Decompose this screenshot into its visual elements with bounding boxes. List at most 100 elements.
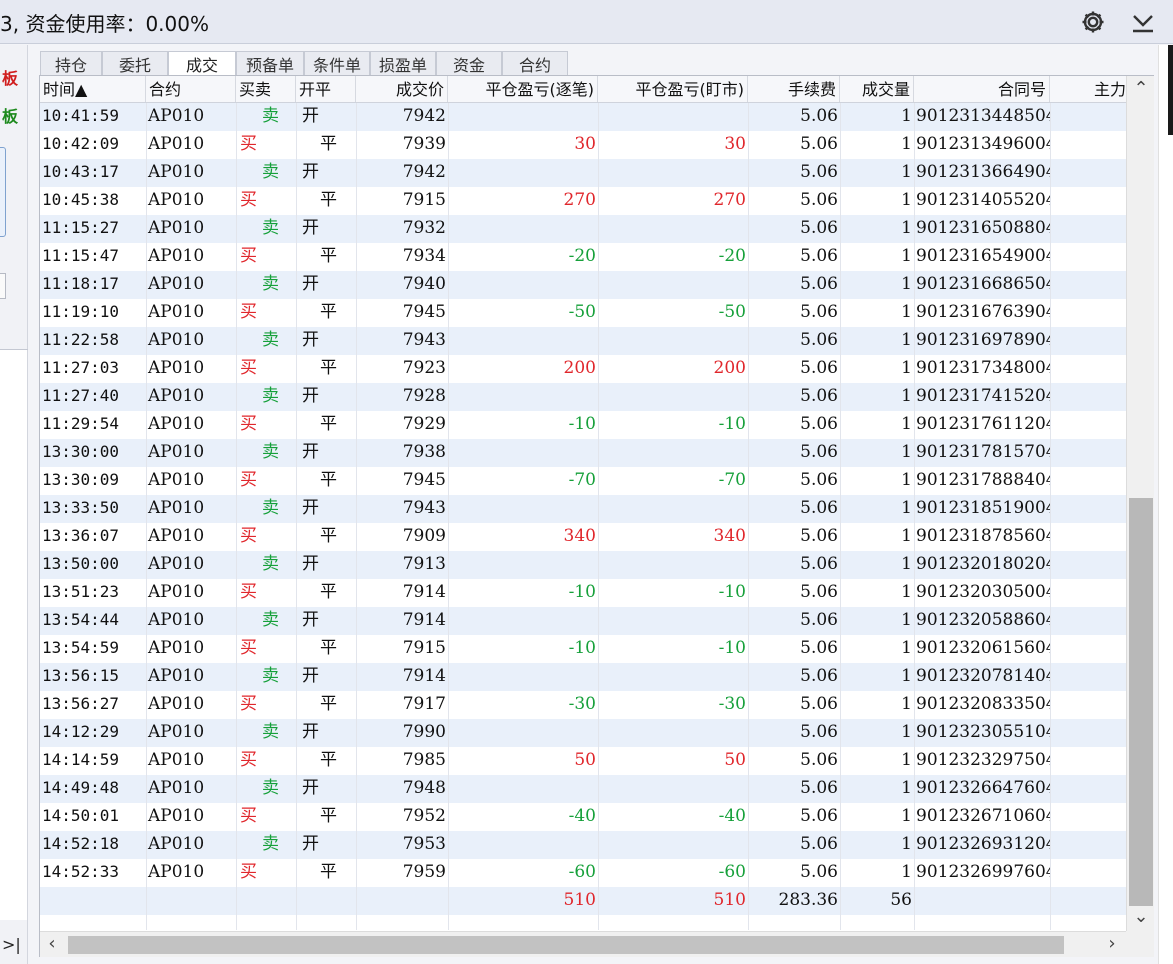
- cell-side: 卖: [262, 330, 279, 350]
- cell-contract: AP010: [148, 806, 205, 826]
- table-row[interactable]: 13:54:44 AP010 卖 开 7914 5.06 19012320588604170…: [40, 607, 1126, 635]
- cell-fee: 5.06: [800, 358, 838, 378]
- table-row[interactable]: 13:30:09 AP010 买 平 7945 -70 -70 5.06 1 9012317888…: [40, 467, 1126, 495]
- table-row[interactable]: 10:41:59 AP010 卖 开 7942 5.06 19012313448504170…: [40, 103, 1126, 131]
- cell-time: 13:30:00: [42, 442, 120, 461]
- cell-contract: AP010: [148, 218, 205, 238]
- table-row[interactable]: 13:54:59 AP010 买 平 7915 -10 -10 5.06 1 9012320615…: [40, 635, 1126, 663]
- column-header-price[interactable]: 成交价: [356, 76, 448, 102]
- tab-6[interactable]: 资金: [436, 51, 502, 75]
- total-pnl-trade: 510: [563, 890, 596, 910]
- horizontal-scrollbar[interactable]: ‹ ›: [40, 931, 1126, 957]
- cell-time: 13:56:27: [42, 694, 120, 713]
- table-row[interactable]: 14:52:18 AP010 卖 开 7953 5.06 19012326931204170…: [40, 831, 1126, 859]
- table-row[interactable]: 14:14:59 AP010 买 平 7985 50 50 5.06 1 901232329750…: [40, 747, 1126, 775]
- cell-contract: AP010: [148, 134, 205, 154]
- column-header-order-id[interactable]: 合同号: [914, 76, 1050, 102]
- cell-fee: 5.06: [800, 190, 838, 210]
- table-row[interactable]: 11:18:17 AP010 卖 开 7940 5.06 19012316686504170…: [40, 271, 1126, 299]
- column-header-qty[interactable]: 成交量: [840, 76, 914, 102]
- table-row[interactable]: 11:22:58 AP010 卖 开 7943 5.06 19012316978904170…: [40, 327, 1126, 355]
- side-small-button[interactable]: [0, 273, 6, 299]
- table-row[interactable]: 14:50:01 AP010 买 平 7952 -40 -40 5.06 1 9012326710…: [40, 803, 1126, 831]
- cell-offset: 平: [320, 806, 337, 826]
- cell-pnl-mtm: 270: [713, 190, 746, 210]
- total-pnl-mtm: 510: [713, 890, 746, 910]
- vertical-scrollbar[interactable]: ⌃ ⌄: [1126, 76, 1154, 931]
- table-row[interactable]: 13:51:23 AP010 买 平 7914 -10 -10 5.06 1 9012320305…: [40, 579, 1126, 607]
- cell-price: 7917: [402, 694, 446, 714]
- table-row[interactable]: 11:19:10 AP010 买 平 7945 -50 -50 5.06 1 9012316763…: [40, 299, 1126, 327]
- table-row[interactable]: 11:27:03 AP010 买 平 7923 200 200 5.06 1 9012317348…: [40, 355, 1126, 383]
- column-header-contract[interactable]: 合约: [146, 76, 236, 102]
- tab-2[interactable]: 成交: [168, 51, 236, 75]
- cell-offset: 开: [302, 554, 319, 574]
- column-header-side[interactable]: 买卖: [236, 76, 296, 102]
- table-row[interactable]: 13:30:00 AP010 卖 开 7938 5.06 19012317815704170…: [40, 439, 1126, 467]
- cell-offset: 平: [320, 246, 337, 266]
- column-header-pnl-trade[interactable]: 平仓盈亏(逐笔): [448, 76, 598, 102]
- cell-pnl-trade: [448, 327, 598, 355]
- table-row[interactable]: 11:15:47 AP010 买 平 7934 -20 -20 5.06 1 9012316549…: [40, 243, 1126, 271]
- table-body[interactable]: 10:41:59AP010卖开79425.0619012313448504170…: [40, 103, 1126, 930]
- cell-side: 卖: [262, 162, 279, 182]
- scroll-left-icon[interactable]: ‹: [40, 933, 64, 954]
- cell-price: 7940: [402, 274, 446, 294]
- table-row[interactable]: 10:43:17 AP010 卖 开 7942 5.06 19012313664904170…: [40, 159, 1126, 187]
- vertical-scroll-thumb[interactable]: [1129, 498, 1153, 906]
- table-row[interactable]: 10:42:09 AP010 买 平 7939 30 30 5.06 1 901231349600…: [40, 131, 1126, 159]
- cell-pnl-mtm: [598, 719, 748, 747]
- side-label-red[interactable]: 板: [2, 65, 18, 89]
- tab-4[interactable]: 条件单: [304, 51, 370, 75]
- totals-row: 510 510 283.36 56: [40, 887, 1126, 915]
- column-separator: [598, 103, 599, 930]
- table-row[interactable]: 11:27:40 AP010 卖 开 7928 5.06 19012317415204170…: [40, 383, 1126, 411]
- cell-pnl-mtm: -30: [718, 694, 746, 714]
- column-header-pnl-mtm[interactable]: 平仓盈亏(盯市): [598, 76, 748, 102]
- tab-5[interactable]: 损盈单: [370, 51, 436, 75]
- tab-0[interactable]: 持仓: [40, 51, 102, 75]
- cell-contract: AP010: [148, 610, 205, 630]
- table-row[interactable]: 13:56:27 AP010 买 平 7917 -30 -30 5.06 1 9012320833…: [40, 691, 1126, 719]
- cell-time: 10:43:17: [42, 162, 120, 181]
- table-row[interactable]: 14:49:48 AP010 卖 开 7948 5.06 19012326647604170…: [40, 775, 1126, 803]
- table-row[interactable]: 14:12:29 AP010 卖 开 7990 5.06 19012323055104170…: [40, 719, 1126, 747]
- table-row[interactable]: 13:50:00 AP010 卖 开 7913 5.06 19012320180204170…: [40, 551, 1126, 579]
- cell-price: 7932: [402, 218, 446, 238]
- scroll-up-icon[interactable]: ⌃: [1129, 78, 1153, 99]
- table-row[interactable]: 13:56:15 AP010 卖 开 7914 5.06 19012320781404170…: [40, 663, 1126, 691]
- cell-pnl-trade: -40: [568, 806, 596, 826]
- side-label-green[interactable]: 板: [2, 103, 18, 127]
- table-row[interactable]: 11:29:54 AP010 买 平 7929 -10 -10 5.06 1 9012317611…: [40, 411, 1126, 439]
- cell-side: 卖: [262, 386, 279, 406]
- horizontal-scroll-thumb[interactable]: [68, 936, 1064, 954]
- cell-pnl-mtm: -20: [718, 246, 746, 266]
- collapse-down-icon[interactable]: [1130, 10, 1156, 34]
- cell-contract: AP010: [148, 190, 205, 210]
- table-row[interactable]: 13:33:50 AP010 卖 开 7943 5.06 19012318519004170…: [40, 495, 1126, 523]
- column-header-time[interactable]: 时间▲: [40, 76, 146, 102]
- scroll-right-icon[interactable]: ›: [1100, 933, 1124, 954]
- tab-1[interactable]: 委托: [102, 51, 168, 75]
- side-button[interactable]: [0, 147, 6, 237]
- cell-order-id: 90123134485041701928: [916, 106, 1050, 126]
- tab-7[interactable]: 合约: [502, 51, 568, 75]
- table-row[interactable]: 14:52:33 AP010 买 平 7959 -60 -60 5.06 1 9012326997…: [40, 859, 1126, 887]
- cell-fee: 5.06: [800, 638, 838, 658]
- cell-contract: AP010: [148, 526, 205, 546]
- cell-price: 7943: [402, 498, 446, 518]
- cell-order-id: 90123167639041702520: [916, 302, 1050, 322]
- column-header-offset[interactable]: 开平: [296, 76, 356, 102]
- table-row[interactable]: 11:15:27 AP010 卖 开 7932 5.06 19012316508804170…: [40, 215, 1126, 243]
- column-header-fee[interactable]: 手续费: [748, 76, 840, 102]
- table-row[interactable]: 10:45:38 AP010 买 平 7915 270 270 5.06 1 9012314055…: [40, 187, 1126, 215]
- jump-to-end-icon[interactable]: >|: [2, 935, 21, 954]
- table-row[interactable]: 13:36:07 AP010 买 平 7909 340 340 5.06 1 9012318785…: [40, 523, 1126, 551]
- scroll-down-icon[interactable]: ⌄: [1129, 906, 1153, 927]
- cell-offset: 平: [320, 638, 337, 658]
- cell-pnl-trade: [448, 831, 598, 859]
- tab-3[interactable]: 预备单: [236, 51, 304, 75]
- gear-icon[interactable]: [1080, 9, 1106, 35]
- cell-offset: 开: [302, 218, 319, 238]
- column-header-main[interactable]: 主力: [1050, 76, 1126, 102]
